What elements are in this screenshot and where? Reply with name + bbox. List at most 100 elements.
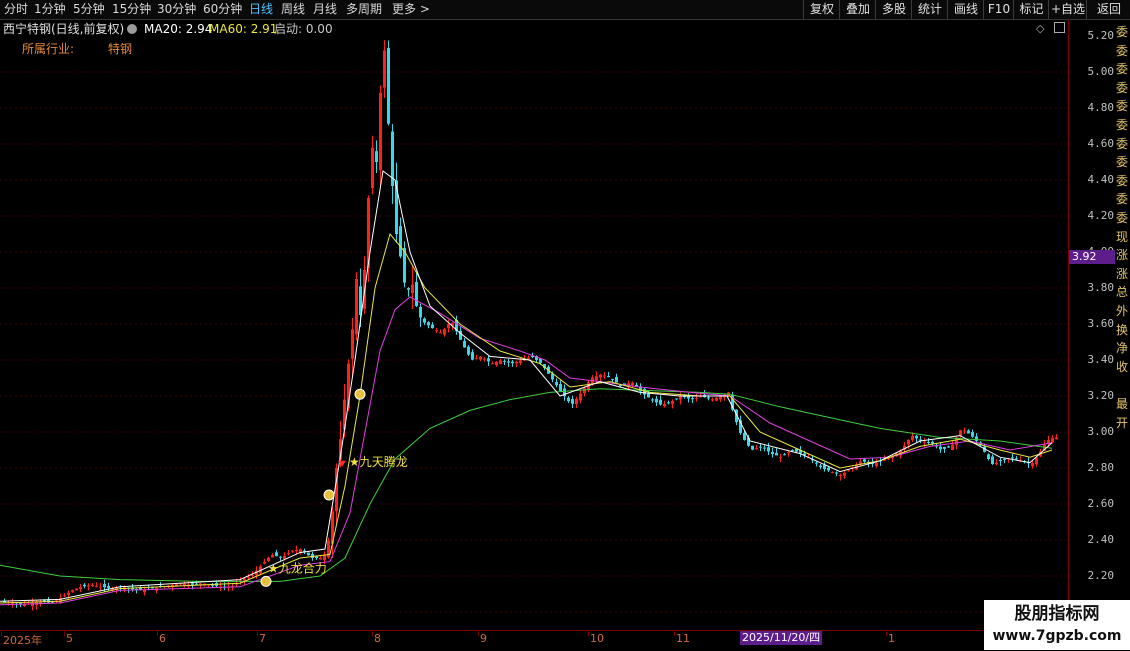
- candle-body: [927, 442, 930, 444]
- watermark-title: 股朋指标网: [1014, 604, 1100, 624]
- candle-body: [575, 398, 578, 405]
- candle-body: [479, 356, 482, 360]
- back-button[interactable]: 返回: [1086, 0, 1130, 19]
- tab-5min[interactable]: 5分钟: [73, 2, 105, 17]
- candle-body: [415, 281, 418, 306]
- candle-body: [103, 584, 106, 588]
- candle-body: [263, 561, 266, 564]
- tab-daily[interactable]: 日线: [249, 2, 273, 17]
- candle-body: [839, 474, 842, 477]
- candle-body: [607, 376, 610, 378]
- candle-body: [1031, 462, 1034, 466]
- candle-body: [1003, 458, 1006, 460]
- candle-body: [31, 602, 34, 606]
- candle-body: [319, 558, 322, 560]
- tab-60min[interactable]: 60分钟: [203, 2, 242, 17]
- quote-field-char: 委: [1116, 211, 1129, 225]
- quote-field-char: 开: [1116, 415, 1129, 430]
- tab-30min[interactable]: 30分钟: [157, 2, 196, 17]
- tab-more[interactable]: 更多 >: [392, 2, 430, 17]
- tab-fenshi[interactable]: 分时: [4, 2, 28, 17]
- candle-body: [931, 441, 934, 444]
- stats-button[interactable]: 统计: [911, 0, 948, 19]
- restore-icon[interactable]: [1053, 22, 1065, 33]
- time-tick: [478, 631, 479, 636]
- ma10-line: [0, 232, 1053, 604]
- draw-line-button[interactable]: 画线: [947, 0, 984, 19]
- price-tick-label: 2.80: [1087, 461, 1115, 474]
- candle-body: [75, 588, 78, 591]
- candle-body: [351, 329, 354, 359]
- candle-body: [859, 461, 862, 464]
- candle-body: [483, 358, 486, 360]
- candle-body: [631, 382, 634, 386]
- f10-button[interactable]: F10: [983, 0, 1014, 19]
- candle-body: [863, 459, 866, 462]
- candle-body: [987, 454, 990, 459]
- candle-body: [743, 432, 746, 440]
- candle-body: [827, 467, 830, 471]
- candle-body: [571, 399, 574, 404]
- candle-body: [107, 586, 110, 589]
- time-tick-label: 10: [590, 632, 604, 645]
- candle-body: [247, 577, 250, 579]
- time-axis: 2025年567891011121: [0, 630, 1068, 651]
- price-tick-label: 4.40: [1087, 173, 1115, 186]
- quote-field-char: 委: [1116, 192, 1129, 207]
- candle-body: [659, 399, 662, 405]
- candle-body: [463, 340, 466, 348]
- quote-field-char: 最: [1116, 397, 1129, 411]
- candle-body: [719, 396, 722, 400]
- tab-15min[interactable]: 15分钟: [112, 2, 151, 17]
- quote-field-char: 委: [1116, 118, 1129, 132]
- time-tick: [886, 631, 887, 636]
- candle-body: [691, 398, 694, 400]
- signal-jiutian-tenglong: ★九天腾龙: [349, 454, 408, 469]
- tab-1min[interactable]: 1分钟: [34, 2, 66, 17]
- tab-multi-period[interactable]: 多周期: [346, 2, 382, 17]
- overlay-button[interactable]: 叠加: [839, 0, 876, 19]
- candle-body: [419, 306, 422, 318]
- multi-stock-button[interactable]: 多股: [875, 0, 912, 19]
- fuquan-button[interactable]: 复权: [803, 0, 840, 19]
- candle-body: [667, 402, 670, 404]
- money-bag-icon: [260, 575, 272, 587]
- watermark-url: www.7gpzb.com: [992, 628, 1122, 644]
- tab-weekly[interactable]: 周线: [281, 2, 305, 17]
- quote-field-char: 现: [1116, 229, 1129, 244]
- quote-field-char: 换: [1116, 322, 1129, 337]
- candle-body: [835, 472, 838, 474]
- candle-body: [487, 358, 490, 362]
- candle-body: [579, 393, 582, 401]
- candle-body: [243, 578, 246, 581]
- price-tick-label: 3.20: [1087, 389, 1115, 402]
- price-tick-label: 2.20: [1087, 569, 1115, 582]
- ma20-value: MA20: 2.94: [144, 22, 213, 36]
- candle-body: [603, 375, 606, 377]
- tab-monthly[interactable]: 月线: [313, 2, 337, 17]
- candle-body: [467, 346, 470, 355]
- candle-body: [843, 473, 846, 476]
- candle-body: [355, 279, 358, 335]
- candle-body: [387, 48, 390, 124]
- quote-field-char: 委: [1116, 25, 1129, 39]
- diamond-icon[interactable]: ◇: [1036, 22, 1044, 35]
- add-favorite-button[interactable]: +自选: [1048, 0, 1087, 19]
- time-tick-label: 1: [888, 632, 895, 645]
- quote-field-char: 委: [1116, 173, 1129, 188]
- candle-body: [499, 360, 502, 364]
- candle-body: [471, 352, 474, 360]
- candle-body: [527, 357, 530, 359]
- kline-chart[interactable]: ★九天腾龙 ★九龙合力: [0, 38, 1068, 630]
- price-tick-label: 4.20: [1087, 209, 1115, 222]
- mark-button[interactable]: 标记: [1013, 0, 1049, 19]
- price-tick-label: 5.20: [1087, 29, 1115, 42]
- time-tick-label: 8: [374, 632, 381, 645]
- candle-body: [251, 574, 254, 576]
- time-tick-label: 2025年: [3, 634, 42, 647]
- indicator-settings-icon[interactable]: [127, 24, 137, 34]
- price-tick-label: 4.60: [1087, 137, 1115, 150]
- candle-body: [423, 318, 426, 323]
- candle-body: [63, 595, 66, 597]
- candle-body: [279, 556, 282, 558]
